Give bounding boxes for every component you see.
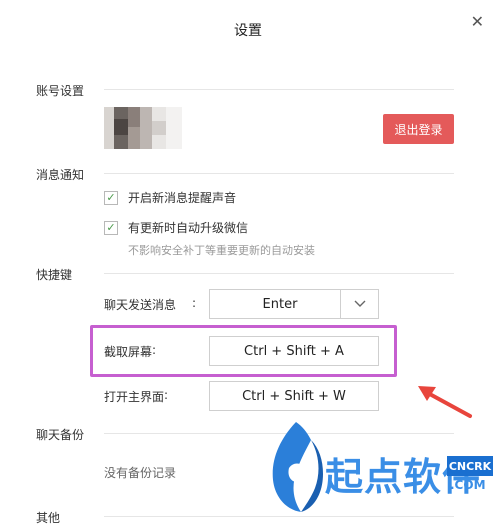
checkbox-sound[interactable]: ✓ xyxy=(104,190,118,205)
brand-logo-icon xyxy=(272,422,323,512)
window-title: 设置 xyxy=(234,23,262,39)
avatar-blurred xyxy=(104,107,182,149)
checkbox-autoupdate-label: 有更新时自动升级微信 xyxy=(128,221,249,235)
section-divider xyxy=(104,89,454,90)
section-other-label: 其他 xyxy=(36,511,61,525)
checkbox-row-autoupdate[interactable]: ✓ 有更新时自动升级微信 xyxy=(104,219,248,236)
checkbox-row-sound[interactable]: ✓ 开启新消息提醒声音 xyxy=(104,189,236,206)
watermark-domain: .COM xyxy=(450,478,486,492)
watermark-badge: CNCRK xyxy=(447,456,493,476)
section-divider xyxy=(104,516,454,517)
no-backup-text: 没有备份记录 xyxy=(104,466,177,480)
section-notifications-label: 消息通知 xyxy=(36,168,85,182)
checkbox-sound-label: 开启新消息提醒声音 xyxy=(128,191,237,205)
checkbox-autoupdate[interactable]: ✓ xyxy=(104,220,118,235)
close-icon[interactable]: ✕ xyxy=(471,14,484,30)
shortcut-openmain-colon: : xyxy=(164,388,169,402)
section-account-label: 账号设置 xyxy=(36,84,85,98)
shortcut-openmain-field[interactable]: Ctrl + Shift + W xyxy=(209,381,379,411)
shortcut-openmain-label: 打开主界面 xyxy=(104,390,165,404)
highlight-annotation xyxy=(90,325,397,377)
chevron-down-icon[interactable] xyxy=(340,290,378,318)
shortcut-send-select[interactable]: Enter xyxy=(209,289,379,319)
section-backup-label: 聊天备份 xyxy=(36,428,85,442)
section-divider xyxy=(104,273,454,274)
shortcut-send-label: 聊天发送消息 xyxy=(104,298,177,312)
autoupdate-hint: 不影响安全补丁等重要更新的自动安装 xyxy=(128,244,315,257)
section-divider xyxy=(104,173,454,174)
shortcut-send-value: Enter xyxy=(262,296,298,312)
section-shortcuts-label: 快捷键 xyxy=(36,268,73,282)
logout-button[interactable]: 退出登录 xyxy=(383,114,454,144)
watermark-logo: 起点软件 CNCRK .COM xyxy=(265,420,495,515)
annotation-arrow-icon xyxy=(418,386,472,418)
shortcut-send-colon: : xyxy=(192,296,197,310)
